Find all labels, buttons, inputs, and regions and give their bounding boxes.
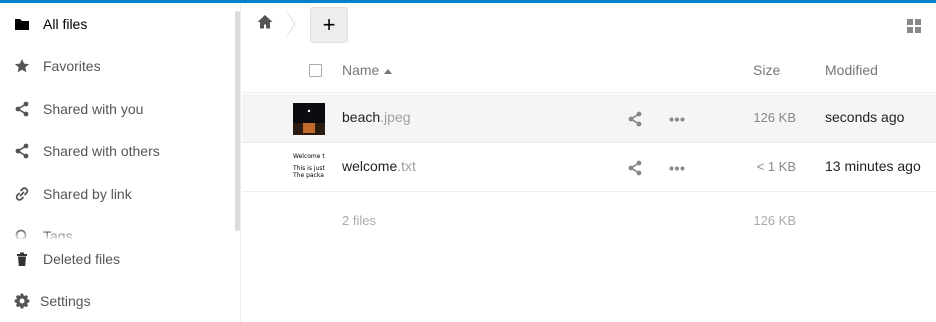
select-all-checkbox[interactable] [309,64,322,77]
file-name[interactable]: welcome.txt [342,158,416,174]
more-actions-icon[interactable] [669,117,685,122]
grid-view-icon[interactable] [906,18,922,34]
new-file-button[interactable]: + [310,7,348,43]
gear-icon [14,293,30,309]
sidebar-nav-list: All files Favorites Shared with you Shar… [0,3,235,239]
sidebar-item-label: Shared with others [43,143,160,159]
file-modified: seconds ago [825,109,905,125]
breadcrumb-separator-icon [286,11,296,37]
share-icon [15,101,29,117]
file-count-summary: 2 files [342,213,376,228]
table-row[interactable]: Welcome t This is just The packa welcome… [242,143,936,192]
sidebar-item-label: Deleted files [43,251,121,267]
file-extension: .jpeg [380,109,411,125]
share-icon[interactable] [627,111,643,127]
sidebar-navigation: All files Favorites Shared with you Shar… [0,3,241,322]
sidebar-item-all-files[interactable]: All files [0,3,235,45]
sidebar-item-shared-by-link[interactable]: Shared by link [0,173,235,215]
link-icon [15,187,29,201]
sidebar-item-label: Favorites [43,58,101,74]
file-extension: .txt [397,158,416,174]
table-row[interactable]: beach.jpeg 126 KB seconds ago [242,94,936,143]
file-thumbnail: Welcome t This is just The packa [293,152,325,184]
sort-ascending-icon [384,69,392,74]
sidebar-item-label: All files [43,16,88,32]
sidebar-item-settings[interactable]: Settings [0,280,235,322]
sidebar-item-label: Settings [40,293,91,309]
file-table-header: Name Size Modified [242,47,936,93]
thumbnail-text-line: The packa [293,172,324,179]
star-icon [14,59,30,73]
sidebar-item-deleted-files[interactable]: Deleted files [0,238,235,280]
file-modified: 13 minutes ago [825,158,921,174]
file-thumbnail [293,103,325,135]
share-icon [15,143,29,159]
sidebar-scrollbar[interactable] [235,11,240,231]
file-size: < 1 KB [756,159,796,174]
column-header-modified[interactable]: Modified [825,62,878,78]
file-size: 126 KB [753,110,796,125]
thumbnail-text-line: Welcome t [293,153,325,160]
file-list-area: + Name Size Modified beach.jpeg 126 KB s… [242,3,936,322]
sidebar-item-shared-with-others[interactable]: Shared with others [0,130,235,172]
total-size-summary: 126 KB [753,213,796,228]
folder-icon [15,19,29,30]
home-icon[interactable] [256,13,274,31]
share-icon[interactable] [627,160,643,176]
trash-icon [17,252,27,266]
more-actions-icon[interactable] [669,166,685,171]
sidebar-item-label: Shared with you [43,101,144,117]
thumbnail-text-line: This is just [293,165,325,172]
sidebar-item-shared-with-you[interactable]: Shared with you [0,88,235,130]
column-header-size[interactable]: Size [753,62,780,78]
sidebar-item-favorites[interactable]: Favorites [0,45,235,87]
column-header-name[interactable]: Name [342,62,379,78]
sidebar-item-label: Shared by link [43,186,132,202]
file-name[interactable]: beach.jpeg [342,109,411,125]
